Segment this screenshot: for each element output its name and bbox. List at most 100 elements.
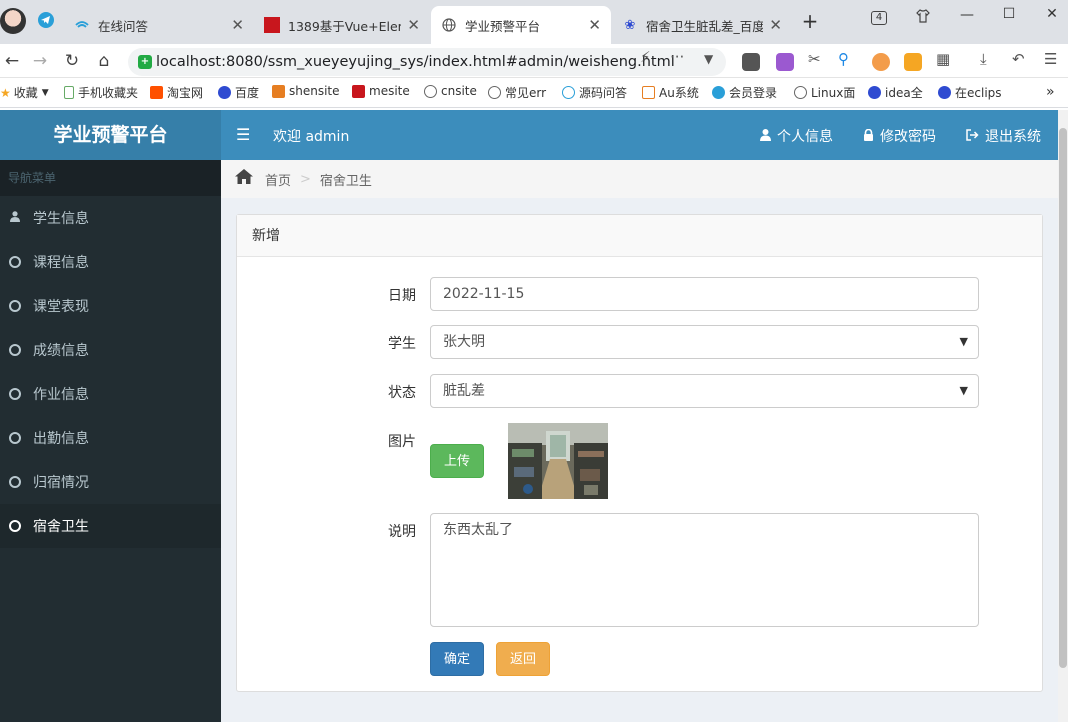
address-bar[interactable]: + localhost:8080/ssm_xueyeyujing_sys/ind… — [128, 48, 726, 76]
scissors-icon[interactable]: ✂ — [808, 50, 821, 68]
breadcrumb-separator: > — [300, 171, 311, 187]
status-select[interactable]: 脏乱差 ▼ — [430, 374, 979, 408]
close-icon[interactable]: ✕ — [407, 16, 420, 34]
home-icon[interactable]: ⌂ — [92, 49, 116, 73]
red-site-icon — [264, 17, 280, 33]
sidebar-item-student-info[interactable]: 学生信息 — [0, 196, 221, 240]
new-tab-icon[interactable]: + — [798, 9, 822, 33]
tab-vue-element[interactable]: 1389基于Vue+Eleme ✕ — [254, 6, 430, 44]
bookmark-mobile[interactable]: 手机收藏夹 — [64, 84, 138, 101]
student-label: 学生 — [388, 336, 416, 352]
profile-link[interactable]: 个人信息 — [760, 126, 833, 146]
home-icon[interactable] — [235, 169, 253, 189]
search-extension-icon[interactable]: ⚲ — [838, 50, 849, 68]
close-icon[interactable]: ✕ — [231, 16, 244, 34]
chevron-down-icon: ▼ — [959, 384, 968, 397]
sidebar-item-course-info[interactable]: 课程信息 — [0, 240, 221, 284]
download-icon[interactable]: ⤓ — [980, 50, 987, 68]
site-security-icon[interactable]: + — [138, 55, 152, 69]
dropdown-chevron-icon[interactable]: ▼ — [704, 52, 713, 66]
more-dots-icon[interactable]: ··· — [670, 48, 684, 66]
menu-icon[interactable]: ☰ — [1044, 50, 1057, 68]
extension-window-icon[interactable] — [742, 53, 760, 71]
profile-avatar[interactable] — [0, 8, 26, 34]
form-box: 新增 日期 2022-11-15 学生 张大明 ▼ 状态 脏乱差 ▼ 图片 上传 — [236, 214, 1043, 692]
minimize-icon[interactable]: — — [955, 7, 979, 23]
baidu-icon — [938, 86, 951, 99]
bookmark-taobao[interactable]: 淘宝网 — [150, 84, 203, 101]
bookmark-cnsite[interactable]: cnsite — [424, 84, 477, 98]
game-extension-icon[interactable] — [872, 53, 890, 71]
action-row: 确定 返回 — [237, 642, 1044, 676]
bookmark-eclipse[interactable]: 在eclips — [938, 84, 1002, 101]
upload-button[interactable]: 上传 — [430, 444, 484, 478]
sidebar-item-dorm-hygiene[interactable]: 宿舍卫生 — [0, 504, 221, 548]
breadcrumb-home[interactable]: 首页 — [265, 170, 291, 189]
baidu-icon — [218, 86, 231, 99]
bookmark-au-system[interactable]: Au系统 — [642, 84, 699, 101]
student-select[interactable]: 张大明 ▼ — [430, 325, 979, 359]
close-icon[interactable]: ✕ — [769, 16, 782, 34]
logout-link[interactable]: 退出系统 — [966, 126, 1041, 146]
sign-out-icon — [966, 128, 979, 144]
back-arrow-icon[interactable]: ← — [0, 49, 24, 73]
tab-online-qa[interactable]: 在线问答 ✕ — [64, 6, 254, 44]
app-header: 学业预警平台 ☰ 欢迎 admin 个人信息 修改密码 退出系统 — [0, 110, 1058, 160]
shirt-icon[interactable] — [911, 8, 935, 28]
scrollbar-thumb[interactable] — [1059, 128, 1067, 668]
description-textarea[interactable]: 东西太乱了 — [430, 513, 979, 627]
au-icon — [642, 86, 655, 99]
more-bookmarks-icon[interactable]: » — [1046, 84, 1055, 100]
red-site-icon — [352, 84, 365, 98]
close-window-icon[interactable]: ✕ — [1040, 6, 1064, 22]
sidebar-item-class-performance[interactable]: 课堂表现 — [0, 284, 221, 328]
user-icon — [760, 128, 771, 144]
taobao-icon — [150, 86, 163, 99]
bookmark-member-login[interactable]: 会员登录 — [712, 84, 782, 101]
back-button[interactable]: 返回 — [496, 642, 550, 676]
shield-extension-icon[interactable] — [904, 53, 922, 71]
sidebar-item-attendance-info[interactable]: 出勤信息 — [0, 416, 221, 460]
undo-icon[interactable]: ↶ — [1012, 50, 1025, 68]
star-icon: ★ — [0, 85, 11, 100]
bookmark-idea[interactable]: idea全 — [868, 84, 926, 101]
tab-count-badge[interactable]: 4 — [867, 8, 891, 25]
sidebar: 导航菜单 学生信息 课程信息 课堂表现 成绩信息 作业信息 出勤信息 归宿情况 … — [0, 160, 221, 722]
image-label: 图片 — [388, 434, 416, 450]
sidebar-item-homework-info[interactable]: 作业信息 — [0, 372, 221, 416]
bookmark-shensite[interactable]: shensite — [272, 84, 340, 98]
date-input[interactable]: 2022-11-15 — [430, 277, 979, 311]
description-label: 说明 — [388, 524, 416, 540]
change-password-link[interactable]: 修改密码 — [863, 126, 936, 146]
url-text[interactable]: localhost:8080/ssm_xueyeyujing_sys/index… — [156, 54, 675, 70]
bookmark-favorites[interactable]: ★ 收藏 ▼ — [0, 84, 49, 101]
student-row: 学生 张大明 ▼ — [237, 325, 1044, 359]
main-content: 首页 > 宿舍卫生 新增 日期 2022-11-15 学生 张大明 ▼ 状态 脏… — [221, 160, 1058, 722]
forward-arrow-icon[interactable]: → — [28, 49, 52, 73]
translate-extension-icon[interactable] — [776, 53, 794, 71]
maximize-icon[interactable]: ☐ — [997, 6, 1021, 22]
tab-academic-warning[interactable]: 学业预警平台 ✕ — [431, 6, 611, 44]
globe-icon — [441, 17, 457, 33]
bookmark-linux[interactable]: Linux面 — [794, 84, 856, 101]
apps-grid-icon[interactable]: ▦ — [936, 50, 950, 68]
circle-icon — [9, 520, 21, 532]
bookmark-mesite[interactable]: mesite — [352, 84, 410, 98]
status-label: 状态 — [388, 385, 416, 401]
close-icon[interactable]: ✕ — [588, 16, 601, 34]
sidebar-item-dorm-return[interactable]: 归宿情况 — [0, 460, 221, 504]
sidebar-item-grade-info[interactable]: 成绩信息 — [0, 328, 221, 372]
bookmark-baidu[interactable]: 百度 — [218, 84, 259, 101]
form-title: 新增 — [237, 215, 1042, 257]
page-scrollbar[interactable] — [1058, 110, 1068, 722]
hamburger-menu-icon[interactable]: ☰ — [236, 125, 250, 144]
sidebar-header: 导航菜单 — [0, 160, 221, 196]
bookmark-source-qa[interactable]: 源码问答 — [562, 84, 627, 101]
lightning-icon[interactable]: ⚡ — [640, 48, 651, 66]
confirm-button[interactable]: 确定 — [430, 642, 484, 676]
bookmark-common-err[interactable]: 常见err — [488, 84, 548, 101]
tab-dorm-hygiene-baidu[interactable]: ❀ 宿舍卫生脏乱差_百度 ✕ — [612, 6, 792, 44]
reload-icon[interactable]: ↻ — [60, 49, 84, 73]
telegram-icon[interactable] — [34, 11, 58, 33]
qa-tab-icon — [74, 17, 90, 33]
